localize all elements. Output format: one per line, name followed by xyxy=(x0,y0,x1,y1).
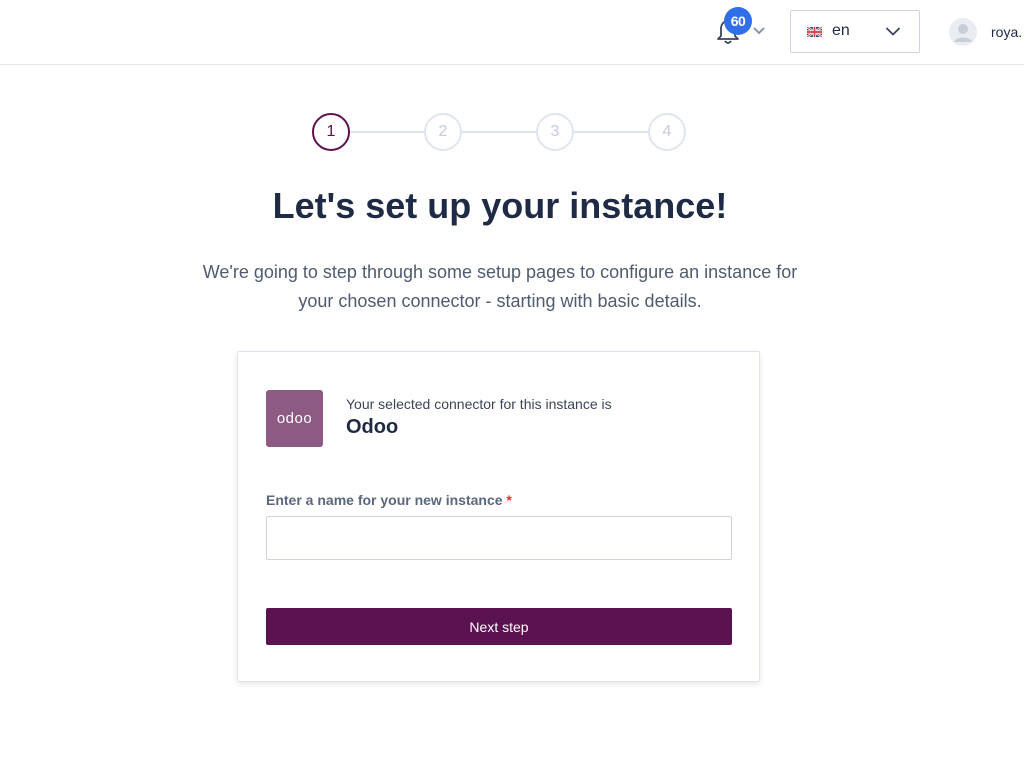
required-mark: * xyxy=(506,492,512,508)
avatar[interactable] xyxy=(949,18,977,46)
step-3: 3 xyxy=(536,113,574,151)
step-connector xyxy=(460,131,536,133)
intro-line: your chosen connector - starting with ba… xyxy=(298,291,702,311)
intro-line: We're going to step through some setup p… xyxy=(202,262,798,282)
instance-name-label: Enter a name for your new instance * xyxy=(266,492,512,508)
step-1: 1 xyxy=(312,113,350,151)
step-connector xyxy=(348,131,424,133)
selected-connector-name: Odoo xyxy=(346,416,399,438)
odoo-logo: odoo xyxy=(266,390,323,447)
step-4: 4 xyxy=(648,113,686,151)
step-2: 2 xyxy=(424,113,462,151)
setup-stepper: 1 2 3 4 xyxy=(312,113,686,151)
chevron-down-icon[interactable] xyxy=(752,26,766,36)
top-bar: 60 en roya. xyxy=(0,0,1024,65)
page-title: Let's set up your instance! xyxy=(272,185,728,226)
chevron-down-icon xyxy=(885,27,901,36)
next-step-button[interactable]: Next step xyxy=(266,608,732,645)
instance-setup-card: odoo Your selected connector for this in… xyxy=(237,351,760,682)
user-name[interactable]: roya. xyxy=(991,24,1022,40)
selected-connector-caption: Your selected connector for this instanc… xyxy=(346,396,612,412)
language-value: en xyxy=(832,22,850,39)
instance-name-input[interactable] xyxy=(266,516,732,560)
language-select[interactable]: en xyxy=(790,10,920,53)
intro-text: We're going to step through some setup p… xyxy=(164,258,836,316)
instance-name-label-text: Enter a name for your new instance xyxy=(266,492,503,508)
notification-count-badge[interactable]: 60 xyxy=(724,7,752,35)
uk-flag-icon xyxy=(807,27,822,37)
step-connector xyxy=(572,131,648,133)
